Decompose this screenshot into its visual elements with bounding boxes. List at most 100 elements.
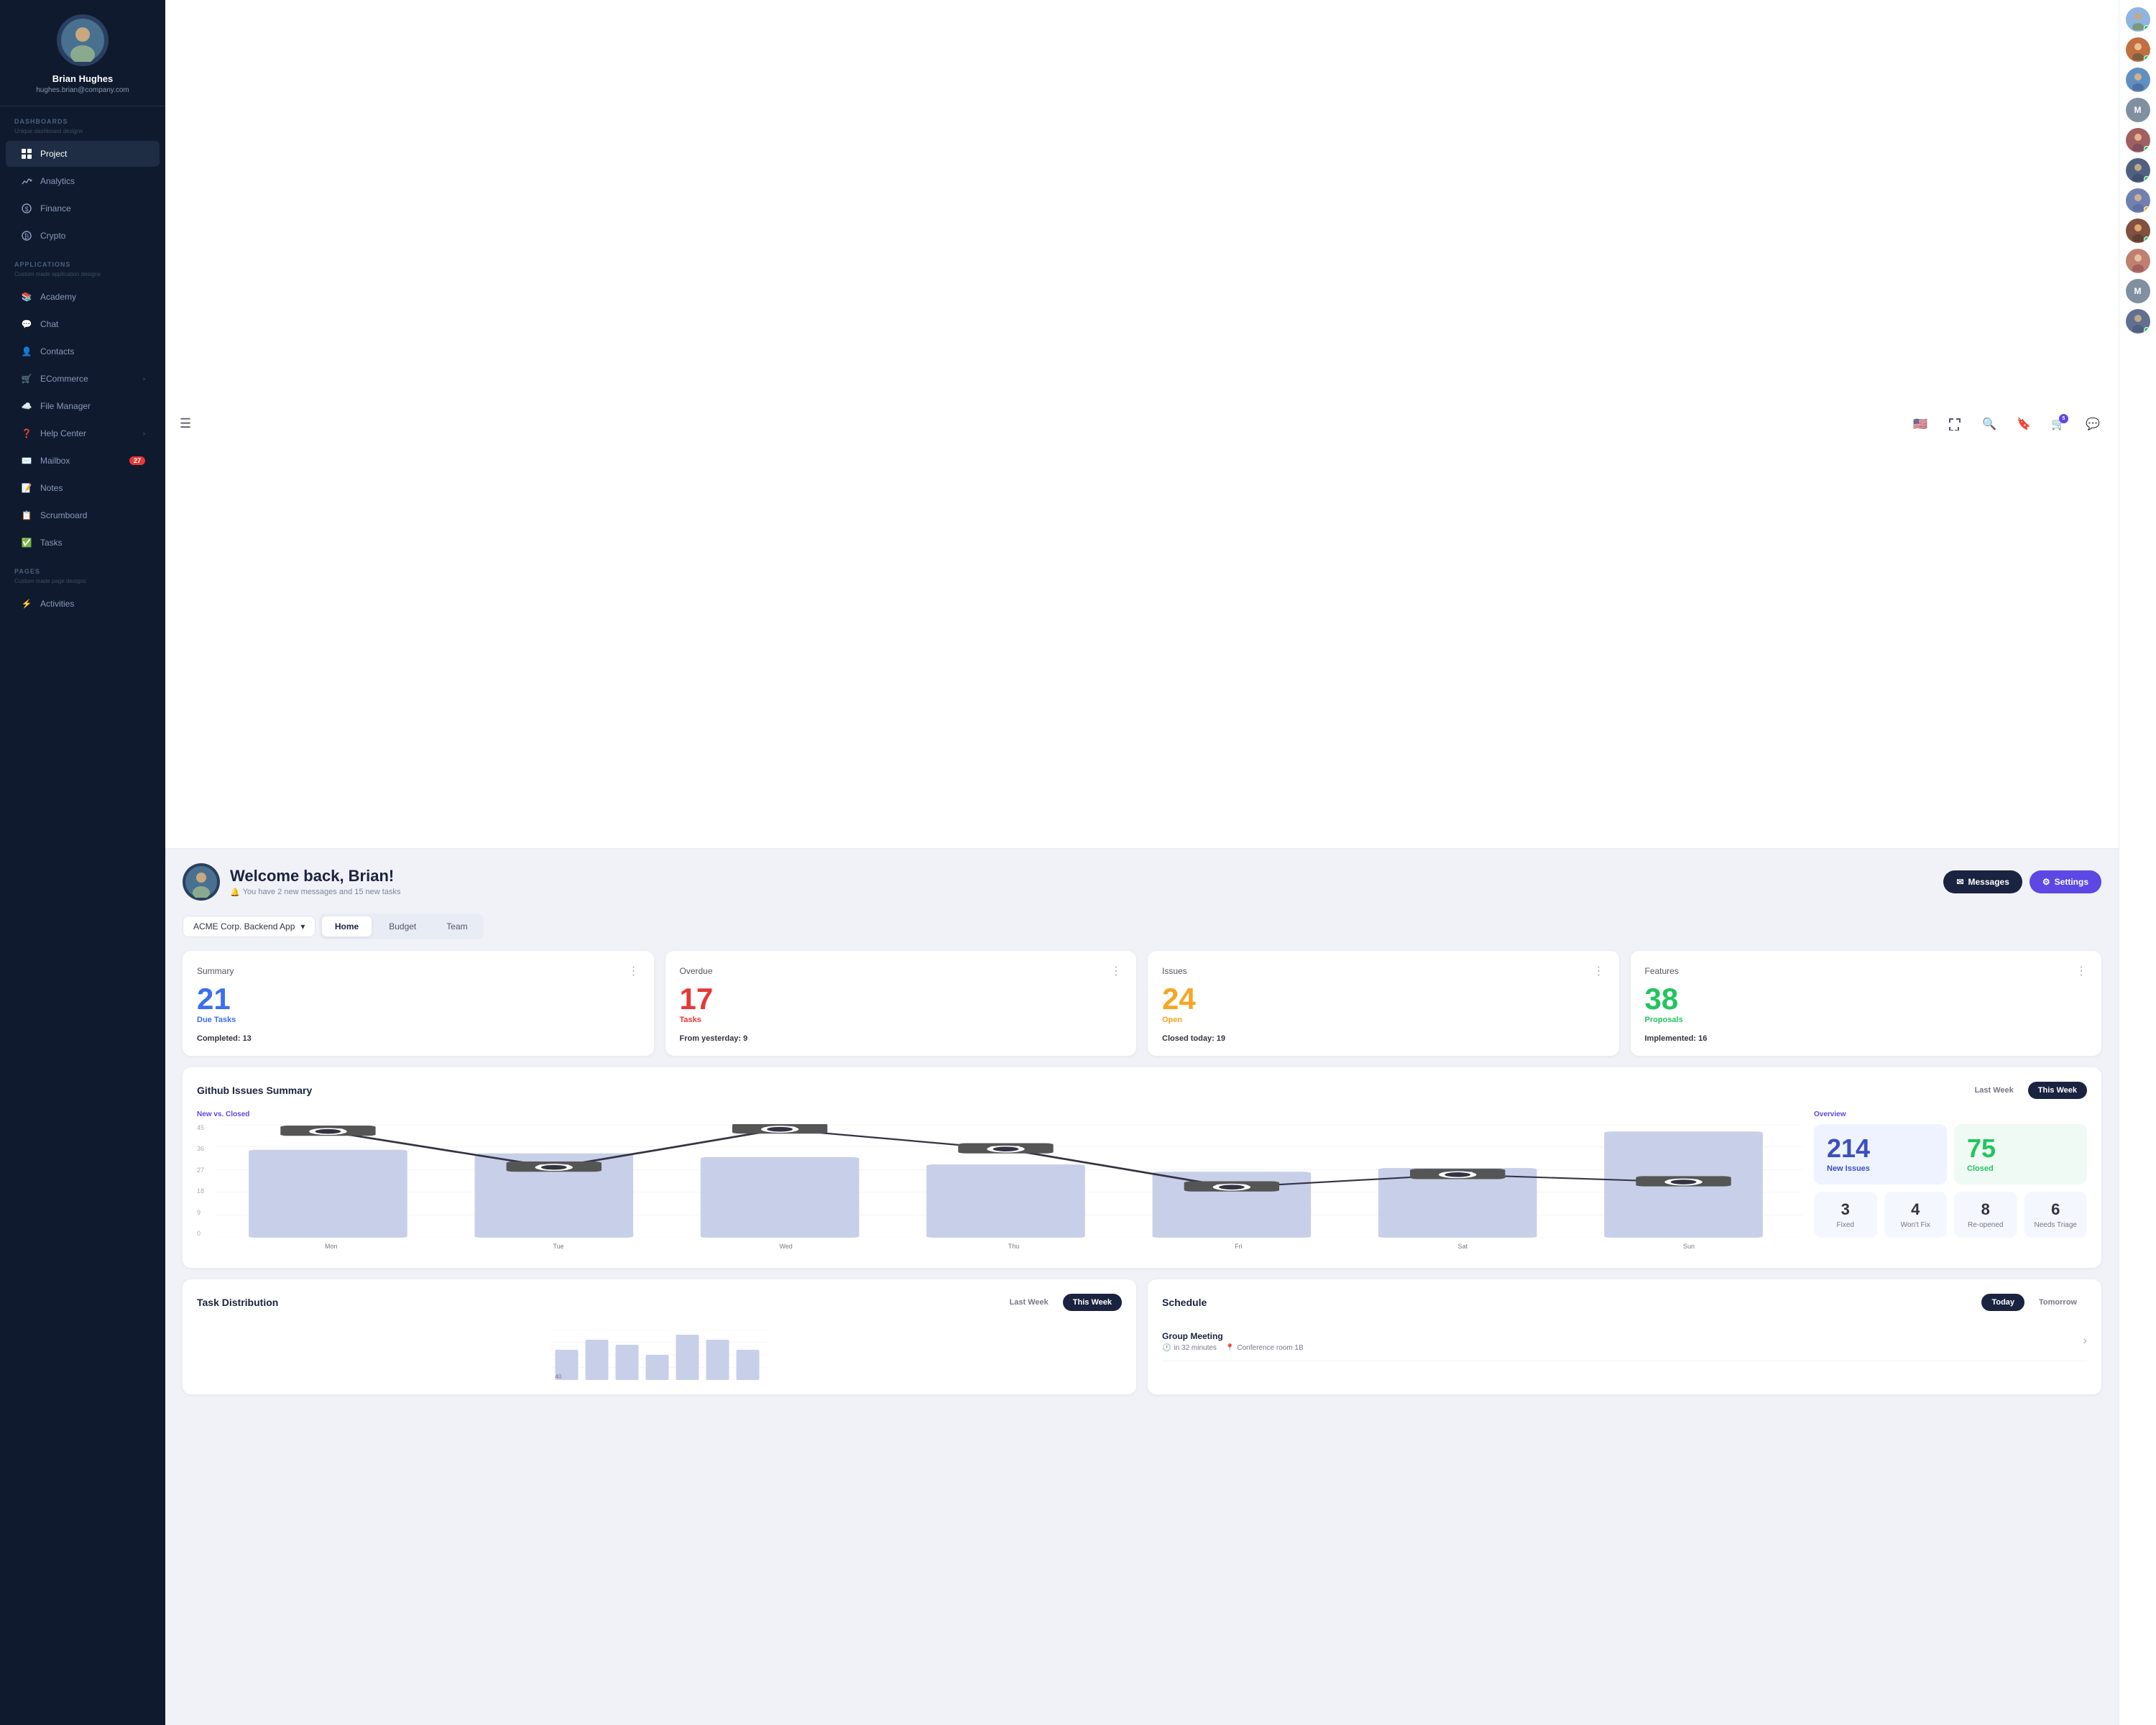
avatar-badge [2144, 236, 2150, 242]
github-this-week-btn[interactable]: This Week [2028, 1082, 2087, 1099]
sidebar-item-label: Crypto [40, 231, 65, 241]
sidebar-item-scrumboard[interactable]: 📋 Scrumboard [6, 502, 160, 528]
sidebar-item-mailbox[interactable]: ✉️ Mailbox 27 [6, 448, 160, 474]
chart-container: 45 36 27 18 9 0 [197, 1124, 1802, 1254]
sidebar-item-tasks[interactable]: ✅ Tasks [6, 530, 160, 556]
event-chevron-icon[interactable]: › [2083, 1335, 2087, 1348]
sidebar-item-academy[interactable]: 📚 Academy [6, 284, 160, 310]
summary-menu[interactable]: ⋮ [628, 964, 640, 978]
right-avatar-9[interactable]: M [2126, 279, 2150, 303]
task-last-week-btn[interactable]: Last Week [1000, 1294, 1059, 1311]
right-avatar-7[interactable] [2126, 218, 2150, 243]
cart-topbar-icon[interactable]: 🛒 5 [2047, 413, 2070, 436]
features-menu[interactable]: ⋮ [2076, 964, 2087, 978]
welcome-subtitle-text: You have 2 new messages and 15 new tasks [243, 888, 401, 896]
wontfix-num: 4 [1893, 1200, 1939, 1219]
right-avatar-2[interactable] [2126, 68, 2150, 92]
sidebar-item-label: Contacts [40, 346, 74, 356]
reopened-label: Re-opened [1963, 1221, 2009, 1229]
schedule-today-btn[interactable]: Today [1981, 1294, 2024, 1311]
avatar-badge [2144, 25, 2150, 31]
schedule-tomorrow-btn[interactable]: Tomorrow [2029, 1294, 2087, 1311]
right-avatar-4[interactable] [2126, 128, 2150, 152]
dollar-icon: $ [20, 202, 33, 215]
issues-title: Issues [1162, 966, 1187, 976]
sidebar-item-project[interactable]: Project [6, 141, 160, 167]
tab-home[interactable]: Home [322, 916, 372, 937]
project-selector[interactable]: ACME Corp. Backend App ▾ [183, 916, 315, 937]
sidebar-item-contacts[interactable]: 👤 Contacts [6, 339, 160, 364]
sidebar-item-label: Mailbox [40, 456, 70, 466]
welcome-text: Welcome back, Brian! 🔔 You have 2 new me… [230, 867, 400, 897]
sidebar: Brian Hughes hughes.brian@company.com DA… [0, 0, 165, 1725]
content-area: Welcome back, Brian! 🔔 You have 2 new me… [165, 849, 2119, 1725]
right-avatar-10[interactable] [2126, 309, 2150, 334]
github-chart-svg: 42 28 43 34 20 [217, 1124, 1802, 1238]
sidebar-item-label: Academy [40, 292, 76, 302]
bookmark-icon[interactable]: 🔖 [2012, 413, 2035, 436]
fullscreen-icon[interactable] [1943, 413, 1966, 436]
flag-icon[interactable]: 🇺🇸 [1909, 413, 1932, 436]
sidebar-item-notes[interactable]: 📝 Notes [6, 475, 160, 501]
sidebar-section-pages-sub: Custom made page designs [0, 578, 165, 590]
sidebar-item-activities[interactable]: ⚡ Activities [6, 591, 160, 617]
x-axis-labels: Mon Tue Wed Thu Fri Sat Sun [217, 1243, 1802, 1250]
avatar-badge [2144, 327, 2150, 333]
mini-card-fixed: 3 Fixed [1814, 1192, 1877, 1238]
task-dist-toggles: Last Week This Week [1000, 1294, 1122, 1311]
cart-badge: 5 [2059, 414, 2068, 423]
chart-label: New vs. Closed [197, 1110, 1802, 1118]
tab-team[interactable]: Team [433, 916, 480, 937]
summary-label: Due Tasks [197, 1016, 640, 1024]
sidebar-item-analytics[interactable]: Analytics [6, 168, 160, 194]
sidebar-section-dashboards: DASHBOARDS [0, 106, 165, 128]
issues-menu[interactable]: ⋮ [1593, 964, 1605, 978]
github-week-toggles: Last Week This Week [1965, 1082, 2087, 1099]
chevron-right-icon: › [143, 375, 145, 383]
github-issues-section: Github Issues Summary Last Week This Wee… [183, 1067, 2101, 1268]
sidebar-item-finance[interactable]: $ Finance [6, 196, 160, 221]
right-avatar-8[interactable] [2126, 249, 2150, 273]
overdue-menu[interactable]: ⋮ [1110, 964, 1122, 978]
hamburger-icon[interactable]: ☰ [180, 416, 191, 431]
search-icon[interactable]: 🔍 [1978, 413, 2001, 436]
stat-card-overdue: Overdue ⋮ 17 Tasks From yesterday: 9 [665, 951, 1137, 1056]
settings-button[interactable]: ⚙ Settings [2030, 870, 2101, 893]
right-avatar-5[interactable] [2126, 158, 2150, 183]
welcome-header: Welcome back, Brian! 🔔 You have 2 new me… [183, 863, 2101, 901]
right-avatar-1[interactable] [2126, 37, 2150, 62]
github-last-week-btn[interactable]: Last Week [1965, 1082, 2024, 1099]
right-avatar-3[interactable]: M [2126, 98, 2150, 122]
tab-budget[interactable]: Budget [376, 916, 429, 937]
mini-card-reopened: 8 Re-opened [1954, 1192, 2017, 1238]
task-icon: ✅ [20, 536, 33, 549]
svg-text:40: 40 [556, 1374, 562, 1380]
cloud-icon: ☁️ [20, 400, 33, 413]
sidebar-item-chat[interactable]: 💬 Chat [6, 311, 160, 337]
location-icon: 📍 [1225, 1344, 1234, 1352]
triage-label: Needs Triage [2033, 1221, 2079, 1229]
schedule-header: Schedule Today Tomorrow [1162, 1294, 2087, 1311]
sidebar-item-ecommerce[interactable]: 🛒 ECommerce › [6, 366, 160, 392]
schedule-section: Schedule Today Tomorrow Group Meeting 🕐 … [1148, 1279, 2101, 1394]
features-number: 38 [1645, 984, 2088, 1014]
task-distribution-section: Task Distribution Last Week This Week [183, 1279, 1136, 1394]
welcome-avatar [183, 863, 220, 901]
messages-button[interactable]: ✉ Messages [1943, 870, 2022, 893]
stat-cards: Summary ⋮ 21 Due Tasks Completed: 13 Ove… [183, 951, 2101, 1056]
sidebar-item-helpcenter[interactable]: ❓ Help Center › [6, 420, 160, 446]
sidebar-item-filemanager[interactable]: ☁️ File Manager [6, 393, 160, 419]
sidebar-item-crypto[interactable]: ₿ Crypto [6, 223, 160, 249]
messages-topbar-icon[interactable]: 💬 [2081, 413, 2104, 436]
task-dist-title: Task Distribution [197, 1297, 278, 1308]
right-avatar-0[interactable] [2126, 7, 2150, 32]
event-time: 🕐 in 32 minutes [1162, 1344, 1217, 1352]
chevron-down-icon: ▾ [300, 921, 305, 932]
overdue-label: Tasks [680, 1016, 1123, 1024]
gear-icon: ⚙ [2042, 877, 2050, 887]
right-avatar-6[interactable] [2126, 188, 2150, 213]
overview-mini-cards: 3 Fixed 4 Won't Fix 8 Re-opened 6 [1814, 1192, 2087, 1238]
task-this-week-btn[interactable]: This Week [1063, 1294, 1122, 1311]
book-icon: 📚 [20, 290, 33, 303]
fixed-num: 3 [1823, 1200, 1869, 1219]
